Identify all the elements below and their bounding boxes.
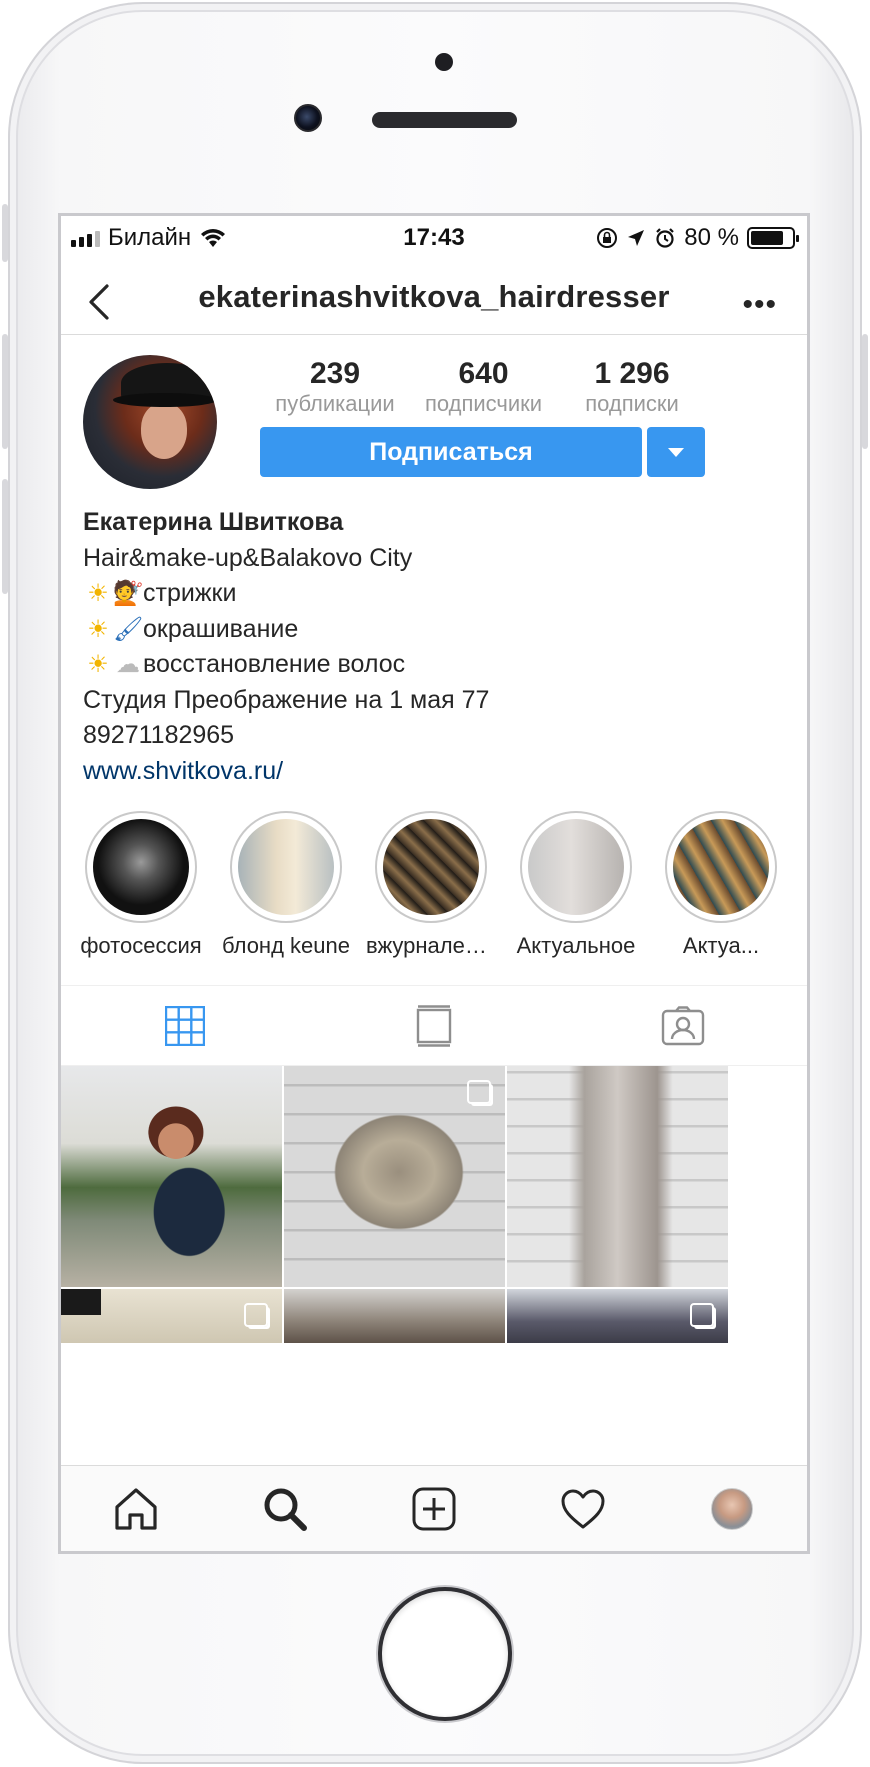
multiple-photos-icon — [467, 1080, 491, 1104]
mute-switch — [2, 204, 8, 262]
search-icon — [264, 1488, 307, 1531]
highlight-cover — [528, 819, 624, 915]
highlight-item[interactable]: Актуальное — [511, 811, 641, 959]
highlight-item[interactable]: Актуа... — [656, 811, 786, 959]
battery-percent: 80 % — [684, 224, 739, 251]
sun-icon: ☀ — [87, 580, 109, 607]
post-thumbnail[interactable] — [61, 1289, 282, 1343]
stat-posts-count: 239 — [309, 357, 361, 390]
post-thumbnail[interactable] — [507, 1289, 728, 1343]
location-arrow-icon — [628, 230, 645, 246]
multiple-photos-icon — [244, 1303, 268, 1327]
highlight-label: вжурналеS... — [366, 933, 496, 958]
volume-up-button — [2, 334, 8, 449]
follow-button[interactable]: Подписаться — [260, 427, 642, 477]
highlight-item[interactable]: блонд keune — [221, 811, 351, 959]
highlight-cover — [673, 819, 769, 915]
bio-line: Hair&make-up&Balakovo City — [83, 543, 413, 572]
profile-avatar[interactable] — [83, 355, 217, 489]
multiple-photos-icon — [690, 1303, 714, 1327]
new-post-icon — [412, 1487, 456, 1530]
post-thumbnail[interactable] — [61, 1066, 282, 1287]
bio-line: ☀ ☁ восстановление волос — [83, 647, 785, 683]
posts-grid — [61, 1066, 807, 1343]
highlight-cover — [383, 819, 479, 915]
highlight-label: Актуальное — [516, 933, 636, 958]
suggested-accounts-button[interactable] — [647, 427, 705, 477]
paintbrush-icon: 🖌 — [113, 615, 144, 643]
home-button[interactable] — [378, 1587, 512, 1721]
stat-followers-count: 640 — [458, 357, 509, 390]
sun-icon: ☀ — [87, 615, 109, 643]
profile-stats: 239 публикации 640 подписчики 1 296 подп… — [261, 357, 706, 417]
bio-phone: 89271182965 — [83, 721, 235, 749]
alarm-icon — [656, 228, 675, 248]
highlight-label: Актуа... — [682, 933, 760, 958]
tab-grid[interactable] — [155, 996, 215, 1056]
feed-icon — [416, 1004, 452, 1047]
activity-heart-icon — [561, 1489, 605, 1528]
screen: Билайн 17:43 80 % ekaterinashvitkova_hai… — [58, 213, 810, 1554]
wifi-icon — [201, 229, 226, 247]
story-highlights: фотосессия блонд keune вжурналеS... Акту… — [61, 811, 807, 986]
post-thumbnail[interactable] — [284, 1066, 505, 1287]
front-camera — [294, 104, 322, 132]
stat-following[interactable]: 1 296 подписки — [558, 357, 706, 417]
status-bar: Билайн 17:43 80 % — [61, 216, 807, 260]
profile-header: 239 публикации 640 подписчики 1 296 подп… — [61, 335, 807, 505]
tab-search[interactable] — [255, 1479, 315, 1539]
page-title: ekaterinashvitkova_hairdresser — [198, 279, 670, 314]
stat-following-count: 1 296 — [594, 357, 670, 390]
stat-followers-label: подписчики — [424, 391, 543, 416]
highlight-cover — [93, 819, 189, 915]
tab-activity[interactable] — [553, 1479, 613, 1539]
profile-bio: Екатерина Швиткова Hair&make-up&Balakovo… — [61, 505, 807, 789]
profile-content-tabs — [61, 986, 807, 1066]
carrier-label: Билайн — [108, 224, 192, 251]
tab-tagged[interactable] — [653, 996, 713, 1056]
post-thumbnail[interactable] — [284, 1289, 505, 1343]
bio-line: ☀ 🖌окрашивание — [83, 612, 785, 648]
tagged-icon — [661, 1005, 704, 1045]
post-thumbnail[interactable] — [507, 1066, 728, 1287]
highlight-label: блонд keune — [222, 933, 350, 958]
stat-posts-label: публикации — [275, 391, 395, 416]
tab-new-post[interactable] — [404, 1479, 464, 1539]
stat-following-label: подписки — [585, 391, 679, 416]
bio-website-link[interactable]: www.shvitkova.ru/ — [83, 754, 785, 790]
home-icon — [114, 1487, 157, 1530]
profile-name: Екатерина Швиткова — [83, 508, 344, 536]
bio-line: ☀ 💇стрижки — [83, 576, 785, 612]
power-button — [862, 334, 868, 449]
stat-posts[interactable]: 239 публикации — [261, 357, 409, 417]
rotation-lock-icon — [597, 228, 618, 248]
chevron-down-icon — [668, 447, 684, 457]
tab-profile[interactable] — [702, 1479, 762, 1539]
highlight-cover — [238, 819, 334, 915]
bio-line: Студия Преображение на 1 мая 77 — [83, 685, 490, 714]
earpiece-speaker — [372, 112, 517, 128]
battery-icon — [747, 227, 799, 249]
tab-feed[interactable] — [404, 996, 464, 1056]
proximity-sensor — [435, 53, 453, 71]
signal-icon — [71, 229, 100, 247]
stat-followers[interactable]: 640 подписчики — [410, 357, 558, 417]
tab-home[interactable] — [106, 1479, 166, 1539]
haircut-icon: 💇 — [113, 580, 143, 607]
volume-down-button — [2, 479, 8, 594]
profile-nav-bar: ekaterinashvitkova_hairdresser ••• — [61, 260, 807, 335]
grid-icon — [165, 1005, 206, 1046]
back-icon[interactable] — [85, 282, 115, 322]
highlight-item[interactable]: фотосессия — [76, 811, 206, 959]
thought-bubble-icon: ☁ — [116, 651, 140, 678]
sun-icon: ☀ — [87, 651, 109, 678]
more-options-icon[interactable]: ••• — [742, 288, 777, 322]
bottom-tab-bar — [61, 1465, 807, 1551]
highlight-item[interactable]: вжурналеS... — [366, 811, 496, 959]
profile-avatar-icon — [711, 1487, 754, 1530]
highlight-label: фотосессия — [80, 933, 202, 958]
